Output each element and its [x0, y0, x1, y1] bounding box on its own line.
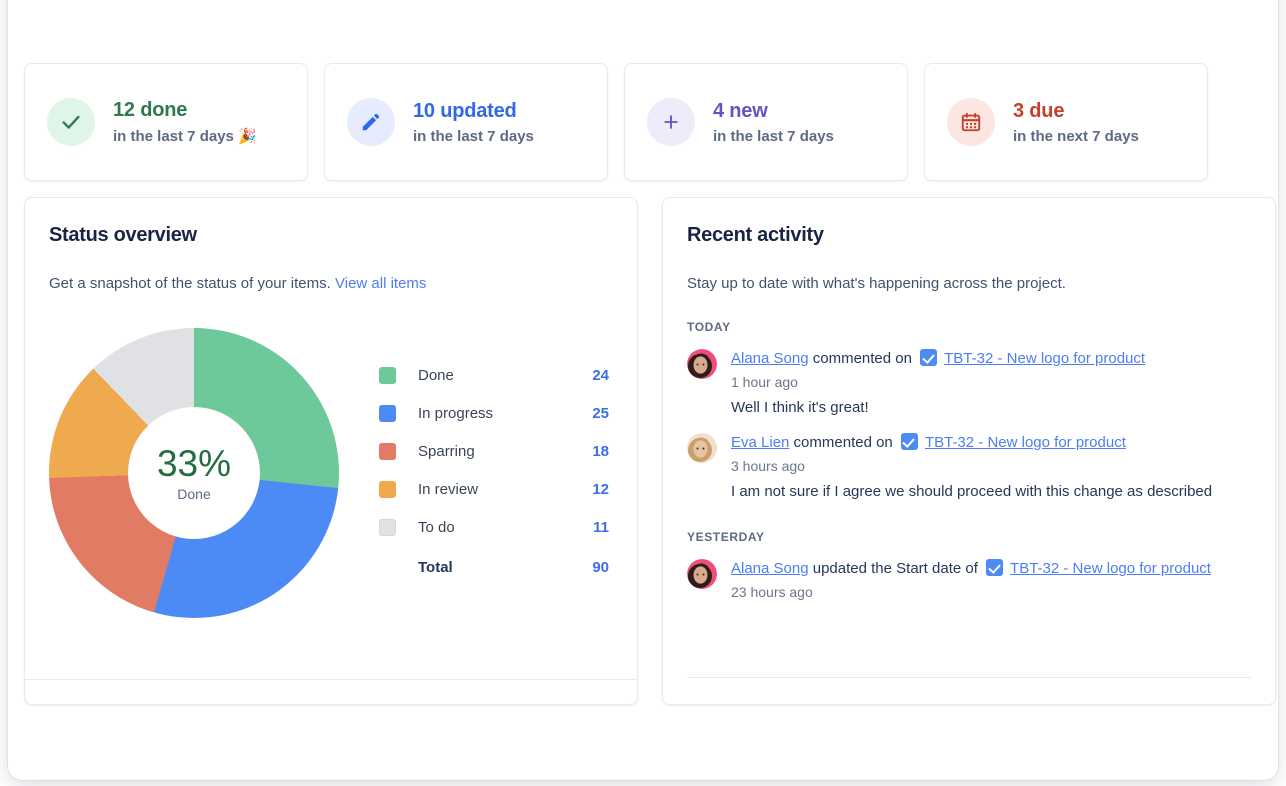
stat-subtitle: in the last 7 days — [413, 127, 534, 145]
activity-user-link[interactable]: Alana Song — [731, 350, 809, 367]
pencil-icon — [347, 98, 395, 146]
activity-headline: Eva Lien commented on TBT-32 - New logo … — [731, 432, 1251, 454]
status-chart-area: 33% Done Done 24 In progress 25 Sparring 18 In… — [49, 328, 613, 618]
legend-swatch — [379, 518, 396, 536]
legend-label: In review — [418, 480, 479, 498]
status-legend: Done 24 In progress 25 Sparring 18 In review 12… — [379, 356, 609, 586]
activity-list: TODAY Alana Song commented on TBT-32 - N… — [687, 320, 1251, 600]
clipped-top-content — [8, 0, 1278, 12]
legend-value: 11 — [593, 518, 609, 536]
legend-value: 12 — [592, 480, 609, 498]
activity-timestamp: 1 hour ago — [731, 374, 798, 390]
activity-headline: Alana Song commented on TBT-32 - New log… — [731, 348, 1251, 370]
panel-divider — [25, 679, 637, 680]
stat-card-new[interactable]: 4 new in the last 7 days — [624, 63, 908, 181]
legend-label: Sparring — [418, 442, 475, 460]
plus-icon — [647, 98, 695, 146]
activity-task-link[interactable]: TBT-32 - New logo for product — [925, 434, 1126, 451]
activity-action-text: commented on — [812, 350, 917, 367]
page-container: 12 done in the last 7 days 🎉 10 updated … — [8, 0, 1278, 780]
legend-value: 24 — [592, 366, 609, 384]
stat-count: 10 updated — [413, 99, 517, 122]
activity-timestamp: 23 hours ago — [731, 584, 813, 600]
legend-swatch — [379, 366, 396, 384]
legend-value: 18 — [592, 442, 609, 460]
donut-percent: 33% — [156, 442, 232, 484]
recent-activity-description: Stay up to date with what's happening ac… — [687, 275, 1066, 292]
activity-comment: Well I think it's great! — [731, 399, 869, 416]
stat-card-done[interactable]: 12 done in the last 7 days 🎉 — [24, 63, 308, 181]
avatar[interactable] — [687, 559, 717, 589]
stat-count: 12 done — [113, 99, 188, 121]
stat-subtitle: in the last 7 days 🎉 — [113, 128, 257, 145]
legend-row[interactable]: In review 12 — [379, 470, 609, 508]
avatar[interactable] — [687, 433, 717, 463]
donut-center: 33% Done — [128, 407, 260, 539]
stat-card-due[interactable]: 3 due in the next 7 days — [924, 63, 1208, 181]
dashboard-panels: Status overview Get a snapshot of the st… — [24, 197, 1276, 705]
legend-label: Done — [418, 366, 454, 384]
activity-group-label: TODAY — [687, 320, 731, 334]
legend-swatch — [379, 480, 396, 498]
task-checkbox-icon[interactable] — [920, 349, 938, 366]
page-title: Status overview — [49, 224, 197, 246]
stat-card-updated[interactable]: 10 updated in the last 7 days — [324, 63, 608, 181]
activity-task-link[interactable]: TBT-32 - New logo for product — [1010, 560, 1211, 577]
activity-task-link[interactable]: TBT-32 - New logo for product — [944, 350, 1145, 367]
stat-cards-row: 12 done in the last 7 days 🎉 10 updated … — [24, 63, 1278, 181]
legend-total-row: Total 90 — [379, 548, 609, 586]
activity-item[interactable]: Alana Song commented on TBT-32 - New log… — [687, 348, 1251, 418]
activity-item[interactable]: Alana Song updated the Start date of TBT… — [687, 558, 1251, 600]
activity-user-link[interactable]: Alana Song — [731, 560, 809, 577]
activity-action-text: updated the Start date of — [812, 560, 983, 577]
stat-count: 4 new — [713, 99, 768, 122]
legend-row[interactable]: Done 24 — [379, 356, 609, 394]
legend-label: In progress — [418, 404, 494, 422]
calendar-icon — [947, 98, 995, 146]
stat-count: 3 due — [1013, 99, 1065, 122]
donut-center-label: Done — [177, 485, 211, 502]
view-all-items-link[interactable]: View all items — [335, 275, 426, 292]
activity-action-text: commented on — [793, 434, 897, 451]
avatar[interactable] — [687, 349, 717, 379]
legend-row[interactable]: In progress 25 — [379, 394, 609, 432]
legend-value: 25 — [592, 404, 609, 422]
status-overview-description: Get a snapshot of the status of your ite… — [49, 275, 613, 292]
legend-total-value: 90 — [592, 558, 609, 576]
activity-user-link[interactable]: Eva Lien — [731, 434, 789, 451]
legend-row[interactable]: To do 11 — [379, 508, 609, 546]
recent-activity-title: Recent activity — [687, 224, 824, 246]
recent-activity-panel: Recent activity Stay up to date with wha… — [662, 197, 1276, 705]
task-checkbox-icon[interactable] — [986, 559, 1004, 576]
check-icon — [47, 98, 95, 146]
activity-comment: I am not sure if I agree we should proce… — [731, 483, 1213, 500]
activity-group-label: YESTERDAY — [687, 530, 765, 544]
status-overview-panel: Status overview Get a snapshot of the st… — [24, 197, 638, 705]
activity-item[interactable]: Eva Lien commented on TBT-32 - New logo … — [687, 432, 1251, 502]
legend-swatch — [379, 404, 396, 422]
legend-swatch — [379, 442, 396, 460]
panel-divider — [687, 677, 1251, 678]
status-overview-description-text: Get a snapshot of the status of your ite… — [49, 275, 331, 292]
activity-headline: Alana Song updated the Start date of TBT… — [731, 558, 1251, 580]
stat-subtitle: in the last 7 days — [713, 127, 834, 145]
task-checkbox-icon[interactable] — [900, 433, 918, 450]
legend-label: To do — [418, 518, 455, 536]
legend-total-label: Total — [418, 558, 453, 576]
stat-subtitle: in the next 7 days — [1013, 127, 1139, 145]
activity-timestamp: 3 hours ago — [731, 458, 805, 474]
legend-row[interactable]: Sparring 18 — [379, 432, 609, 470]
status-donut-chart[interactable]: 33% Done — [49, 328, 339, 618]
